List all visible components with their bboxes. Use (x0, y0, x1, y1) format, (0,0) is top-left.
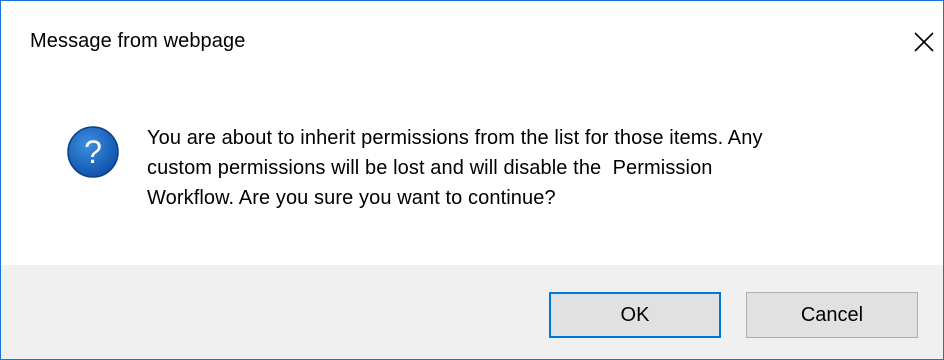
message-line: custom permissions will be lost and will… (147, 157, 713, 179)
ok-button[interactable]: OK (549, 292, 721, 338)
close-button[interactable] (909, 27, 939, 57)
dialog-content: ? You are about to inherit permissions f… (1, 87, 943, 265)
svg-text:?: ? (84, 134, 102, 170)
dialog-message: You are about to inherit permissions fro… (147, 123, 907, 213)
message-line: You are about to inherit permissions fro… (147, 127, 763, 149)
message-line: Workflow. Are you sure you want to conti… (147, 187, 556, 209)
cancel-button[interactable]: Cancel (746, 292, 918, 338)
dialog-titlebar: Message from webpage (1, 1, 943, 87)
message-dialog: Message from webpage ? You are about to … (0, 0, 944, 360)
close-icon (914, 32, 934, 52)
dialog-footer: OK Cancel (1, 265, 943, 359)
question-icon: ? (67, 126, 119, 178)
dialog-title: Message from webpage (30, 30, 246, 52)
